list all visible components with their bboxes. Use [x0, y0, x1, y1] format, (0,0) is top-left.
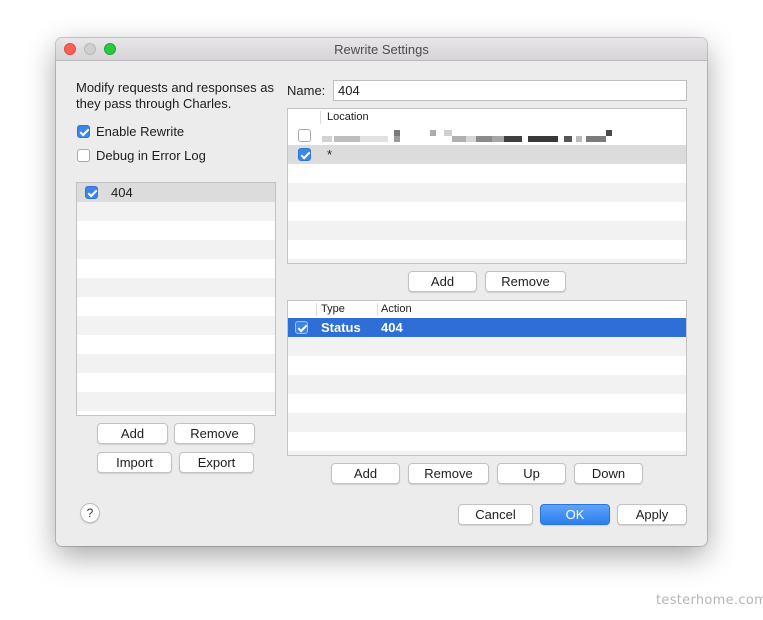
- debug-log-checkbox[interactable]: [77, 149, 90, 162]
- location-enabled-checkbox[interactable]: [298, 148, 311, 161]
- ok-button[interactable]: OK: [540, 504, 610, 525]
- table-row[interactable]: Status 404: [288, 318, 686, 337]
- apply-button[interactable]: Apply: [617, 504, 687, 525]
- window-title: Rewrite Settings: [334, 42, 429, 57]
- locations-table[interactable]: Location *: [287, 108, 687, 264]
- cancel-button[interactable]: Cancel: [458, 504, 533, 525]
- remove-set-button[interactable]: Remove: [174, 423, 255, 444]
- set-enabled-checkbox[interactable]: [85, 186, 98, 199]
- rule-action: 404: [381, 320, 403, 335]
- rules-table[interactable]: Type Action Status 404: [287, 300, 687, 456]
- enable-rewrite-label: Enable Rewrite: [96, 124, 185, 139]
- debug-log-label: Debug in Error Log: [96, 148, 206, 163]
- location-value: *: [327, 147, 333, 162]
- location-enabled-checkbox[interactable]: [298, 129, 311, 142]
- table-row[interactable]: *: [288, 145, 686, 164]
- add-set-button[interactable]: Add: [97, 423, 168, 444]
- title-bar: Rewrite Settings: [56, 38, 707, 61]
- remove-rule-button[interactable]: Remove: [408, 463, 489, 484]
- remove-location-button[interactable]: Remove: [485, 271, 566, 292]
- type-column-header[interactable]: Type: [321, 303, 345, 315]
- move-up-button[interactable]: Up: [497, 463, 566, 484]
- column-divider: [377, 303, 378, 316]
- rule-type: Status: [321, 320, 361, 335]
- description-text: Modify requests and responses as they pa…: [76, 80, 274, 111]
- set-name: 404: [111, 185, 133, 200]
- location-column-header[interactable]: Location: [327, 111, 369, 123]
- export-button[interactable]: Export: [179, 452, 254, 473]
- list-item[interactable]: 404: [77, 183, 275, 202]
- debug-log-row[interactable]: Debug in Error Log: [77, 148, 206, 163]
- enable-rewrite-checkbox[interactable]: [77, 125, 90, 138]
- add-rule-button[interactable]: Add: [331, 463, 400, 484]
- import-button[interactable]: Import: [97, 452, 172, 473]
- rules-header: Type Action: [288, 301, 686, 319]
- column-divider: [320, 111, 321, 124]
- rewrite-settings-window: Rewrite Settings Modify requests and res…: [56, 38, 707, 546]
- rewrite-sets-list[interactable]: 404: [76, 182, 276, 416]
- enable-rewrite-row[interactable]: Enable Rewrite: [77, 124, 184, 139]
- column-divider: [316, 303, 317, 316]
- action-column-header[interactable]: Action: [381, 303, 412, 315]
- name-input[interactable]: [333, 80, 687, 101]
- rule-enabled-checkbox[interactable]: [295, 321, 308, 334]
- name-label: Name:: [287, 83, 326, 98]
- table-row[interactable]: [288, 126, 686, 145]
- watermark: testerhome.com: [656, 593, 763, 608]
- help-button[interactable]: ?: [80, 503, 100, 523]
- move-down-button[interactable]: Down: [574, 463, 643, 484]
- add-location-button[interactable]: Add: [408, 271, 477, 292]
- locations-header: Location: [288, 109, 686, 127]
